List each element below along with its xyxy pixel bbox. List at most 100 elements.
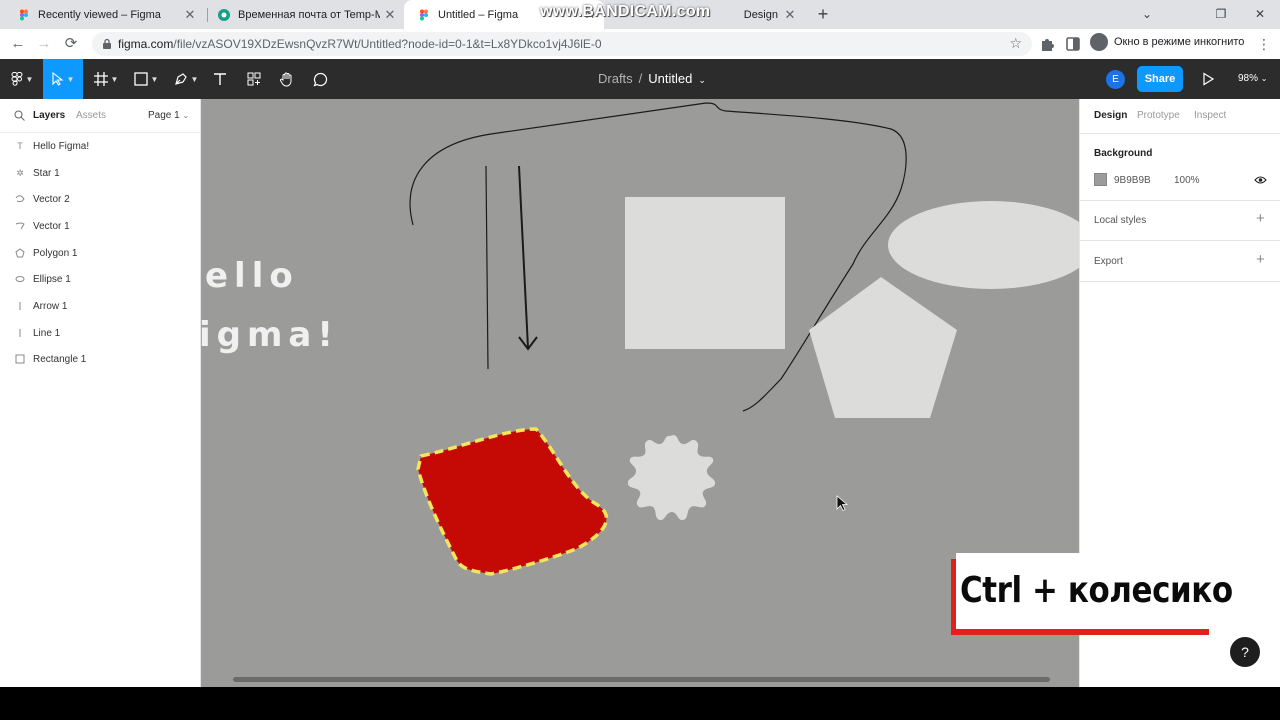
- ellipse-1[interactable]: [888, 201, 1079, 289]
- minimize-window-icon[interactable]: ⌄: [1127, 0, 1167, 29]
- screen-bottom-bar: [0, 687, 1280, 720]
- cursor-arrow-icon: [51, 72, 64, 86]
- help-button[interactable]: ?: [1230, 637, 1260, 667]
- arrow-1[interactable]: [518, 165, 529, 349]
- figma-logo-icon: [11, 72, 23, 86]
- close-window-icon[interactable]: ✕: [1240, 0, 1280, 29]
- reload-icon[interactable]: ⟳: [61, 34, 81, 54]
- chevron-down-icon: ▼: [66, 74, 75, 84]
- file-breadcrumb[interactable]: Drafts / Untitled ⌄: [598, 71, 706, 86]
- tab-layers[interactable]: Layers: [33, 110, 65, 121]
- tab-close-icon[interactable]: ✕: [380, 7, 400, 23]
- horizontal-scrollbar[interactable]: [233, 677, 1050, 682]
- layer-name: Line 1: [33, 327, 61, 339]
- layer-row[interactable]: T Hello Figma!: [0, 133, 200, 159]
- line-1[interactable]: [485, 165, 489, 370]
- add-local-style-icon[interactable]: +: [1256, 210, 1265, 227]
- zoom-dropdown[interactable]: 98% ⌄: [1238, 73, 1268, 84]
- page-label: Page 1: [148, 110, 180, 121]
- export-heading: Export: [1094, 256, 1123, 267]
- resources-tool-button[interactable]: [242, 59, 266, 99]
- share-button[interactable]: Share: [1137, 66, 1183, 92]
- file-name[interactable]: Untitled: [648, 71, 692, 86]
- back-arrow-icon[interactable]: ←: [8, 34, 28, 54]
- layer-name: Arrow 1: [33, 300, 68, 312]
- tab-inspect[interactable]: Inspect: [1194, 110, 1226, 121]
- present-play-icon[interactable]: [1200, 71, 1216, 87]
- star-1[interactable]: [627, 435, 716, 521]
- pen-tool-button[interactable]: ▼: [168, 59, 204, 99]
- forward-arrow-icon[interactable]: →: [34, 34, 54, 54]
- chevron-down-icon: ▼: [190, 74, 199, 84]
- temp-mail-favicon-icon: [218, 8, 230, 21]
- vector-icon: [14, 193, 26, 205]
- panel-divider: [1080, 133, 1280, 134]
- incognito-icon: [1090, 33, 1108, 51]
- user-avatar[interactable]: E: [1106, 70, 1125, 89]
- tab-assets[interactable]: Assets: [76, 110, 106, 121]
- tab-prototype[interactable]: Prototype: [1137, 110, 1180, 121]
- breadcrumb-drafts[interactable]: Drafts: [598, 71, 633, 86]
- layer-name: Star 1: [33, 167, 60, 179]
- shape-tool-button[interactable]: ▼: [128, 59, 164, 99]
- figma-toolbar: ▼ ▼ ▼ ▼ ▼ Drafts / Untitled ⌄ E Share 98…: [0, 59, 1280, 99]
- tab-temp-mail[interactable]: Временная почта от Temp-Mail ✕: [204, 0, 404, 29]
- restore-window-icon[interactable]: ❐: [1201, 0, 1241, 29]
- comment-tool-button[interactable]: [308, 59, 332, 99]
- url-field[interactable]: figma.com/file/vzASOV19XDzEwsnQvzR7Wt/Un…: [92, 32, 1032, 56]
- design-canvas[interactable]: ello igma!: [201, 99, 1079, 687]
- frame-tool-button[interactable]: ▼: [88, 59, 124, 99]
- rectangle-1[interactable]: [625, 197, 785, 349]
- layer-row[interactable]: Vector 1: [0, 213, 200, 239]
- add-export-icon[interactable]: +: [1256, 251, 1265, 268]
- pen-icon: [174, 73, 187, 85]
- tab-close-icon[interactable]: ✕: [780, 7, 800, 23]
- layer-row[interactable]: Line 1: [0, 320, 200, 346]
- browser-tab-strip: Recently viewed – Figma ✕ Временная почт…: [0, 0, 1280, 29]
- hand-tool-button[interactable]: [275, 59, 299, 99]
- text-tool-button[interactable]: [208, 59, 232, 99]
- bookmark-star-icon[interactable]: ☆: [1009, 35, 1022, 52]
- figma-favicon-icon: [20, 9, 28, 20]
- rectangle-icon: [14, 353, 26, 365]
- canvas-text-figma[interactable]: igma!: [201, 315, 339, 355]
- layer-row[interactable]: Rectangle 1: [0, 346, 200, 372]
- move-tool-button[interactable]: ▼: [43, 59, 83, 99]
- layers-panel-header: Layers Assets Page 1 ⌄: [0, 99, 200, 133]
- background-opacity-value[interactable]: 100%: [1174, 175, 1200, 186]
- comment-bubble-icon: [312, 72, 327, 87]
- vector-1-selected[interactable]: [416, 427, 609, 576]
- side-panel-icon[interactable]: [1063, 34, 1083, 54]
- chevron-down-icon: ▼: [150, 74, 159, 84]
- background-heading: Background: [1094, 148, 1153, 159]
- layer-row[interactable]: Ellipse 1: [0, 266, 200, 292]
- tab-close-icon[interactable]: ✕: [180, 7, 200, 23]
- tab-design[interactable]: Design: [1094, 110, 1127, 121]
- new-tab-button[interactable]: +: [812, 3, 834, 25]
- layer-row[interactable]: Vector 2: [0, 186, 200, 212]
- search-icon[interactable]: [14, 110, 25, 121]
- layer-row[interactable]: Arrow 1: [0, 293, 200, 319]
- extensions-puzzle-icon[interactable]: [1037, 34, 1057, 54]
- panel-divider: [1080, 200, 1280, 201]
- incognito-indicator[interactable]: Окно в режиме инкогнито: [1090, 33, 1244, 51]
- chevron-down-icon[interactable]: ⌄: [698, 75, 706, 85]
- figma-favicon-icon: [420, 9, 428, 20]
- url-text: figma.com/file/vzASOV19XDzEwsnQvzR7Wt/Un…: [118, 37, 602, 51]
- background-hex-value[interactable]: 9B9B9B: [1114, 175, 1151, 186]
- rectangle-icon: [133, 72, 148, 86]
- tab-recently-viewed[interactable]: Recently viewed – Figma ✕: [4, 0, 204, 29]
- canvas-text-hello[interactable]: ello: [205, 256, 299, 296]
- hand-icon: [279, 72, 292, 87]
- layer-row[interactable]: ✲ Star 1: [0, 160, 200, 186]
- panel-divider: [1080, 281, 1280, 282]
- shortcut-caption-overlay: Ctrl + колесико: [951, 553, 1233, 635]
- layer-row[interactable]: Polygon 1: [0, 240, 200, 266]
- tab-title: Design: [743, 8, 778, 21]
- browser-menu-icon[interactable]: ⋮: [1254, 34, 1274, 54]
- main-menu-button[interactable]: ▼: [6, 59, 38, 99]
- page-selector[interactable]: Page 1 ⌄: [148, 110, 189, 121]
- background-color-swatch[interactable]: [1094, 173, 1107, 186]
- url-host: figma.com: [118, 37, 174, 51]
- eye-visibility-icon[interactable]: [1254, 175, 1267, 185]
